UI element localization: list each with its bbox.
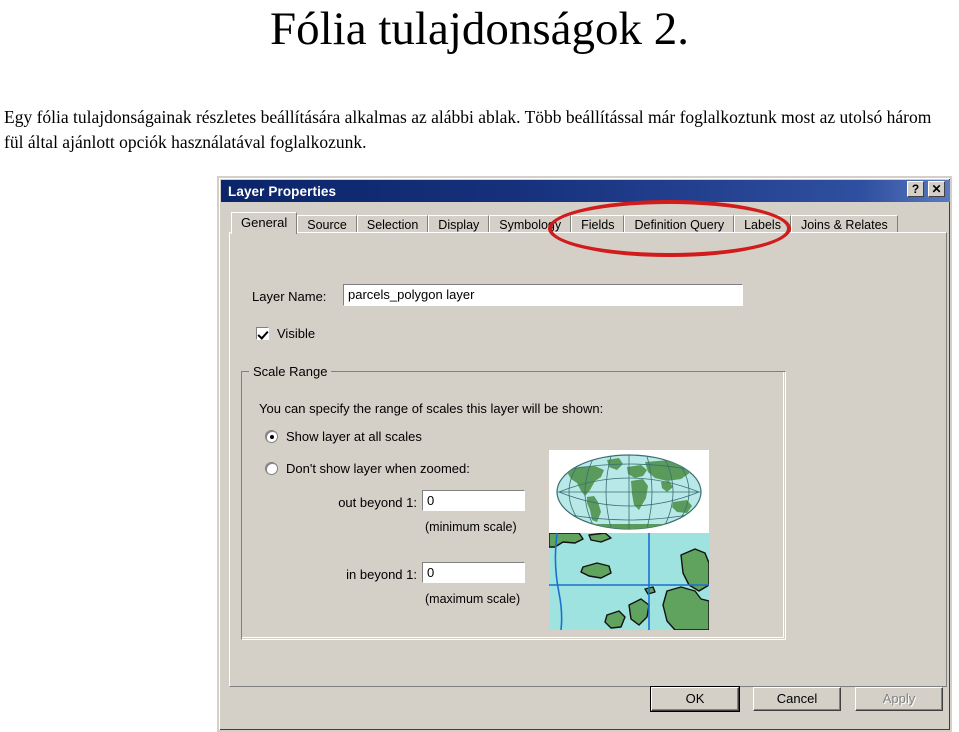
- tab-strip: General Source Selection Display Symbolo…: [231, 212, 898, 234]
- page-title: Fólia tulajdonságok 2.: [269, 3, 690, 55]
- dialog-titlebar[interactable]: Layer Properties: [221, 180, 950, 202]
- visible-label: Visible: [277, 326, 316, 341]
- out-beyond-label: out beyond 1:: [338, 495, 417, 510]
- regional-map-preview-icon: [549, 533, 709, 630]
- tab-general[interactable]: General: [231, 212, 298, 234]
- apply-button: Apply: [855, 687, 943, 711]
- radio-show-all-scales[interactable]: [265, 430, 278, 443]
- layer-name-label: Layer Name:: [252, 289, 327, 304]
- radio-dont-show-zoomed-row[interactable]: Don't show layer when zoomed:: [265, 461, 470, 476]
- maximum-scale-note: (maximum scale): [425, 592, 521, 606]
- layer-properties-dialog: Layer Properties ? ✕ General Source Sele…: [217, 176, 952, 732]
- visible-checkbox[interactable]: [256, 327, 269, 340]
- slide-body-text: Egy fólia tulajdonságainak részletes beá…: [4, 107, 932, 152]
- radio-show-all-scales-row[interactable]: Show layer at all scales: [265, 429, 422, 444]
- close-icon[interactable]: ✕: [928, 181, 945, 197]
- radio-dont-show-zoomed[interactable]: [265, 462, 278, 475]
- visible-checkbox-row[interactable]: Visible: [256, 326, 315, 341]
- layer-name-input[interactable]: parcels_polygon layer: [343, 284, 743, 306]
- dialog-title: Layer Properties: [228, 183, 337, 199]
- in-beyond-label: in beyond 1:: [346, 567, 417, 582]
- scale-range-description: You can specify the range of scales this…: [259, 401, 604, 416]
- help-icon[interactable]: ?: [907, 181, 924, 197]
- world-map-preview-icon: [549, 450, 709, 533]
- radio-dont-show-zoomed-label: Don't show layer when zoomed:: [286, 461, 470, 476]
- scale-range-legend: Scale Range: [249, 364, 332, 379]
- ok-button[interactable]: OK: [650, 686, 740, 712]
- minimum-scale-note: (minimum scale): [425, 520, 517, 534]
- in-beyond-input[interactable]: 0: [422, 562, 525, 583]
- radio-show-all-scales-label: Show layer at all scales: [286, 429, 422, 444]
- cancel-button[interactable]: Cancel: [753, 687, 841, 711]
- out-beyond-input[interactable]: 0: [422, 490, 525, 511]
